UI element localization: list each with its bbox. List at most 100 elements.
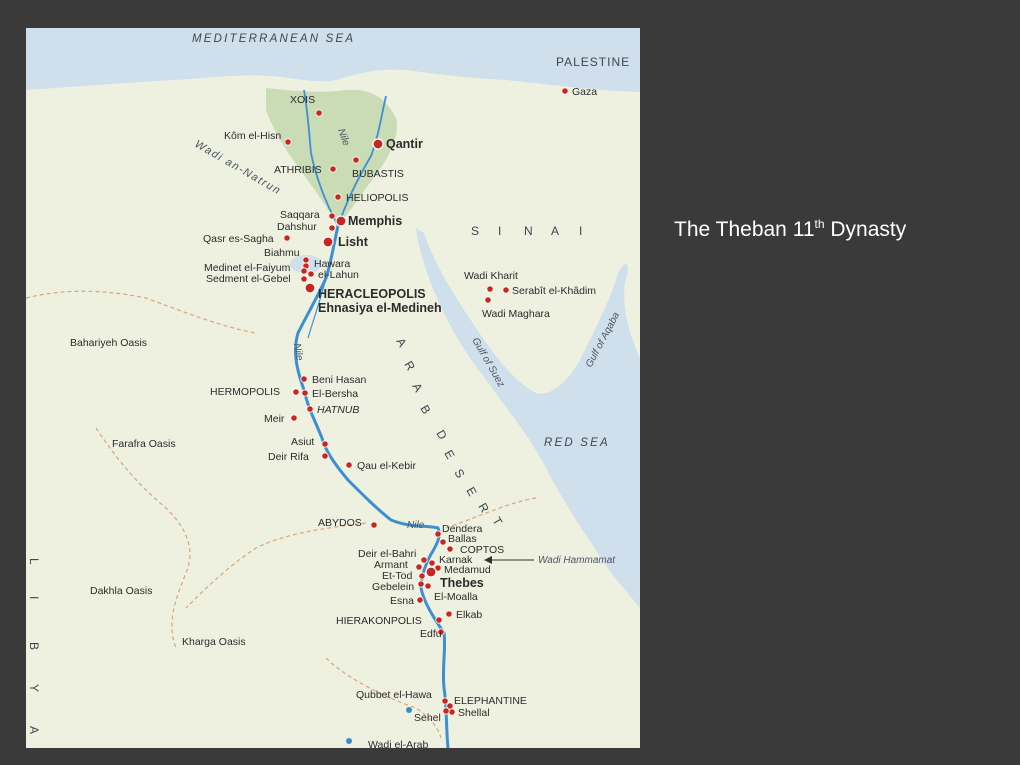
site-dot-shellal <box>448 708 456 716</box>
site-dot-wadi-el-arab-blue <box>346 738 352 744</box>
route-oases <box>95 427 191 649</box>
region-libya-2: I <box>27 596 41 600</box>
label-elephantine: ELEPHANTINE <box>454 695 527 707</box>
caption-prefix: The Theban 11 <box>674 218 815 241</box>
label-el-moalla: El-Moalla <box>434 591 478 603</box>
map-canvas: MEDITERRANEAN SEA RED SEA PALESTINE S I … <box>26 28 640 748</box>
label-ehnasiya: Ehnasiya el-Medineh <box>318 301 442 315</box>
label-edfu: Edfu <box>420 628 442 640</box>
label-wadi-el-arab: Wadi el-Arab <box>368 739 428 748</box>
site-dot-gaza <box>561 87 569 95</box>
site-dot-wadi-maghara <box>484 296 492 304</box>
label-kharga-oasis: Kharga Oasis <box>182 636 246 648</box>
slide: MEDITERRANEAN SEA RED SEA PALESTINE S I … <box>0 0 1020 765</box>
site-dot-wadi-kharit <box>486 285 494 293</box>
site-dot-esna <box>416 596 424 604</box>
label-heliopolis: HELIOPOLIS <box>346 192 408 204</box>
region-libya-3: B <box>27 642 41 651</box>
caption-sup: th <box>814 217 825 231</box>
label-qantir: Qantir <box>386 137 423 151</box>
label-sehel: Sehel <box>414 712 441 724</box>
label-el-lahun: el-Lahun <box>318 269 359 281</box>
site-dot-dahshur <box>328 224 336 232</box>
label-memphis: Memphis <box>348 214 402 228</box>
label-thebes: Thebes <box>440 576 484 590</box>
label-qubbet-el-hawa: Qubbet el-Hawa <box>356 689 432 701</box>
label-lisht: Lisht <box>338 235 369 249</box>
site-dot-heracleopolis <box>304 282 316 294</box>
region-palestine: PALESTINE <box>556 55 630 69</box>
site-dot-elkab <box>445 610 453 618</box>
site-dot-lisht <box>322 236 334 248</box>
label-el-bersha: El-Bersha <box>312 388 358 400</box>
site-dot-beni-hasan <box>300 375 308 383</box>
region-sinai-2: I <box>498 224 502 238</box>
region-arab-4: B <box>417 403 434 418</box>
site-dot-kom-el-hisn <box>284 138 292 146</box>
arrow-head <box>484 556 492 564</box>
region-desert-1: D <box>433 428 450 443</box>
region-desert-6: T <box>489 515 505 529</box>
region-arab-1: A <box>393 336 410 351</box>
region-sinai-4: A <box>551 224 560 238</box>
label-beni-hasan: Beni Hasan <box>312 374 366 386</box>
site-dot-el-bersha <box>301 389 309 397</box>
site-dot-qasr-es-sagha <box>283 234 291 242</box>
site-dot-deir-el-bahri <box>420 556 428 564</box>
site-dot-xois <box>315 109 323 117</box>
site-dot-hermopolis <box>292 388 300 396</box>
label-kom-el-hisn: Kôm el-Hisn <box>224 130 281 142</box>
route-abydos <box>185 522 367 609</box>
site-dot-armant <box>415 563 423 571</box>
label-medamud: Medamud <box>444 564 491 576</box>
site-dot-karnak <box>428 559 436 567</box>
site-dot-sedment <box>300 275 308 283</box>
label-xois: XOIS <box>290 94 315 106</box>
site-dot-ballas <box>439 538 447 546</box>
region-arab-3: A <box>409 381 426 396</box>
site-dot-el-moalla <box>424 582 432 590</box>
label-serabit: Serabît el-Khâdim <box>512 285 596 297</box>
region-sinai-1: S <box>471 224 480 238</box>
label-shellal: Shellal <box>458 707 490 719</box>
caption-suffix: Dynasty <box>824 218 907 241</box>
label-wadi-hammamat: Wadi Hammamat <box>538 555 616 566</box>
label-dakhla-oasis: Dakhla Oasis <box>90 585 152 597</box>
label-gebelein: Gebelein <box>372 581 414 593</box>
site-dot-qau-el-kebir <box>345 461 353 469</box>
site-dot-qantir <box>372 138 384 150</box>
label-nile-mid: Nile <box>291 343 305 362</box>
region-libya-5: A <box>27 726 41 735</box>
site-dot-dendera <box>434 530 442 538</box>
label-abydos: ABYDOS <box>318 517 362 529</box>
label-hatnub: HATNUB <box>317 404 359 416</box>
label-nile-south: Nile <box>407 520 425 531</box>
region-libya-1: L <box>27 558 41 566</box>
label-saqqara: Saqqara <box>280 209 320 221</box>
label-gaza: Gaza <box>572 86 597 98</box>
label-qau-el-kebir: Qau el-Kebir <box>357 460 416 472</box>
site-dot-thebes <box>425 566 437 578</box>
label-wadi-maghara: Wadi Maghara <box>482 308 550 320</box>
route-western <box>26 290 257 334</box>
label-wadi-natrun: Wadi an-Natrun <box>193 138 284 197</box>
site-dot-bubastis <box>352 156 360 164</box>
site-dot-hierakonpolis <box>435 616 443 624</box>
region-desert-5: R <box>475 501 492 516</box>
label-wadi-kharit: Wadi Kharit <box>464 270 518 282</box>
label-sedment-el-gebel: Sedment el-Gebel <box>206 273 291 285</box>
site-dot-biahmu <box>302 256 310 264</box>
site-dot-deir-rifa <box>321 452 329 460</box>
site-dot-hatnub <box>306 405 314 413</box>
label-athribis: ATHRIBIS <box>274 164 322 176</box>
site-dot-heliopolis <box>334 193 342 201</box>
region-sinai-5: I <box>579 224 583 238</box>
label-meir: Meir <box>264 413 285 425</box>
label-hermopolis: HERMOPOLIS <box>210 386 280 398</box>
label-hierakonpolis: HIERAKONPOLIS <box>336 615 422 627</box>
site-dot-et-tod <box>418 572 426 580</box>
site-dot-athribis <box>329 165 337 173</box>
region-libya-4: Y <box>27 684 41 693</box>
site-dot-medinet-el-faiyum <box>300 267 308 275</box>
site-dot-asiut <box>321 440 329 448</box>
